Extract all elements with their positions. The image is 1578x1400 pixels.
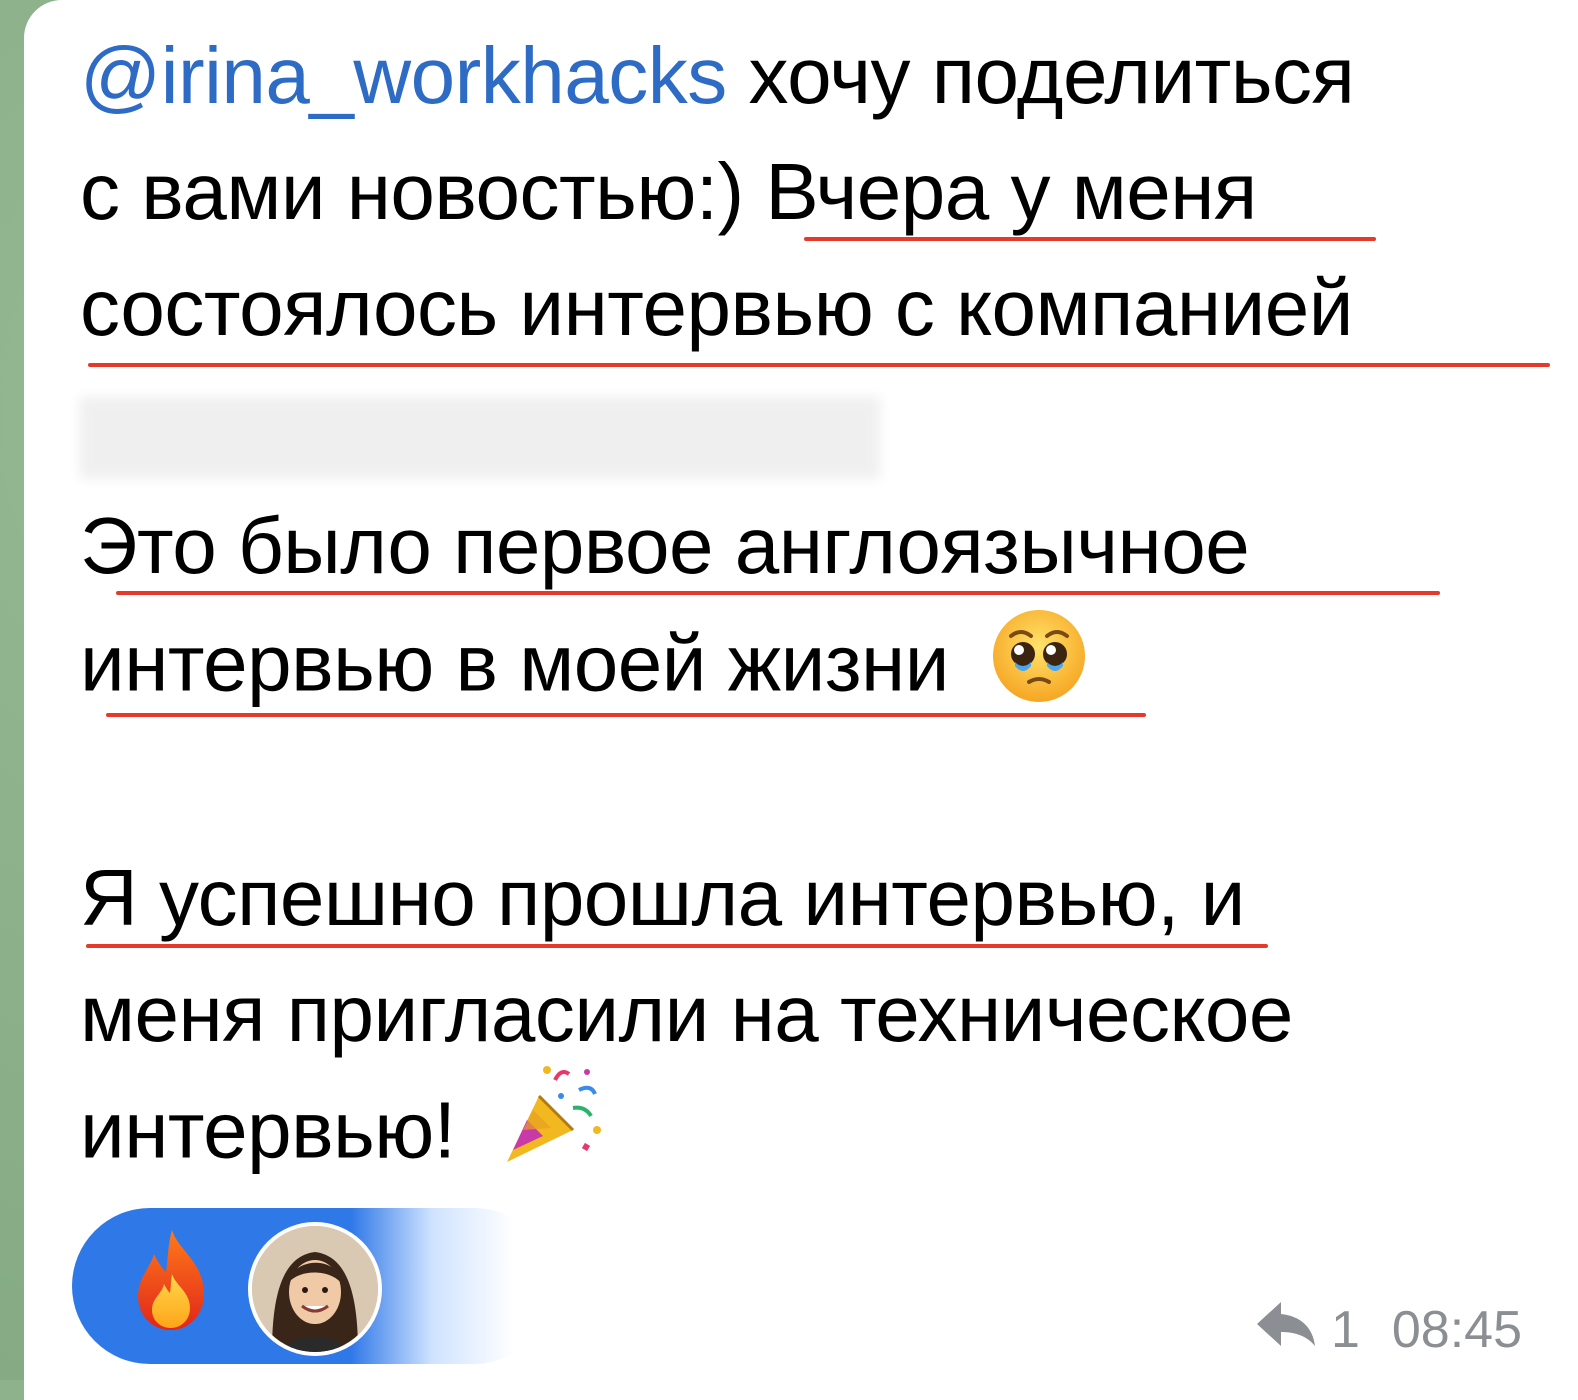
highlight-underline bbox=[106, 713, 1146, 717]
message-time: 08:45 bbox=[1391, 1301, 1522, 1359]
reply-count[interactable]: 1 bbox=[1331, 1300, 1360, 1360]
reply-arrow-icon[interactable] bbox=[1255, 1300, 1317, 1361]
message-line-5: интервью в моей жизни bbox=[80, 610, 1089, 719]
party-popper-icon bbox=[499, 1060, 609, 1183]
message-text: интервью! bbox=[80, 1085, 456, 1175]
message-line-6: Я успешно прошла интервью, и bbox=[80, 853, 1245, 942]
reactor-avatar[interactable] bbox=[248, 1222, 382, 1356]
reaction-button[interactable] bbox=[72, 1208, 552, 1364]
mention-link[interactable]: @irina_workhacks bbox=[80, 31, 727, 120]
message-text: хочу поделиться bbox=[726, 31, 1355, 120]
pleading-face-with-tears-icon bbox=[989, 606, 1089, 719]
highlight-underline bbox=[804, 237, 1376, 241]
message-line-4: Это было первое англоязычное bbox=[80, 501, 1250, 590]
message-line-7: меня пригласили на техническое bbox=[80, 969, 1293, 1058]
fire-icon bbox=[134, 1228, 208, 1337]
highlight-underline bbox=[88, 363, 1550, 367]
highlight-underline bbox=[86, 944, 1268, 948]
message-meta: 1 08:45 bbox=[1255, 1300, 1522, 1360]
highlight-underline bbox=[116, 591, 1440, 595]
message-text: интервью в моей жизни bbox=[80, 618, 949, 708]
message-line-8: интервью! bbox=[80, 1066, 609, 1183]
message-line-3: состоялось интервью с компанией bbox=[80, 263, 1353, 352]
message-line-2: с вами новостью:) Вчера у меня bbox=[80, 147, 1257, 236]
hidden-redacted-text: ▇▇▇▇▇▇▇▇▇▇▇▇▇ bbox=[80, 387, 880, 476]
message-line-1: @irina_workhacks хочу поделиться bbox=[80, 36, 1355, 116]
